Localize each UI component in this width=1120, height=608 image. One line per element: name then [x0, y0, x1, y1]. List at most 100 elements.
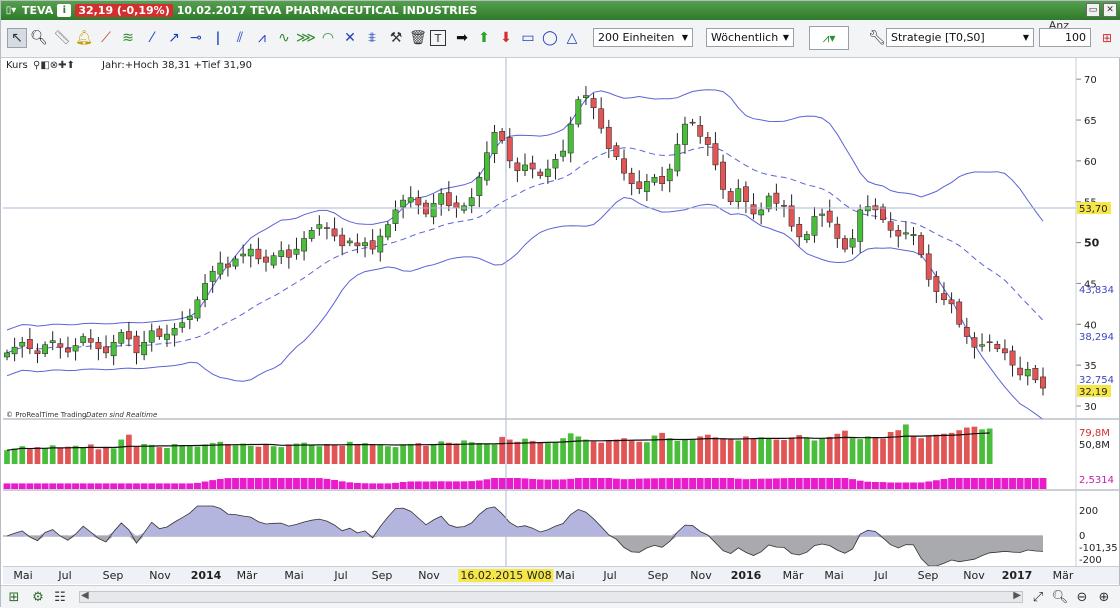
zoom-in-icon[interactable]: ⊕	[1095, 589, 1113, 606]
triangle-icon[interactable]: △	[562, 28, 582, 48]
rectangle-icon[interactable]: ▭	[518, 28, 538, 48]
time-axis-label: Jul	[58, 569, 72, 582]
minimize-icon[interactable]: ▭	[1086, 3, 1100, 17]
candle-body	[103, 346, 109, 354]
arrow-cross-icon[interactable]: ✕	[340, 28, 360, 48]
ind2-bar	[574, 478, 582, 489]
period-select[interactable]: Wöchentlich ▼	[706, 28, 794, 47]
volume-bar	[674, 440, 681, 464]
volume-value-label: 79,8M	[1079, 428, 1110, 439]
ruler-icon[interactable]: 📏︎	[52, 28, 72, 48]
channel-icon[interactable]: ⫽	[230, 28, 250, 48]
volume-bar	[689, 439, 696, 464]
candle-body	[125, 331, 132, 340]
volume-bar	[842, 430, 848, 464]
regression-icon[interactable]: ∿	[274, 28, 294, 48]
volume-bar	[148, 444, 155, 464]
time-axis-label: Mär	[782, 569, 804, 582]
strategy-select[interactable]: Strategie [T0,S0] ▼	[886, 28, 1034, 47]
price-chart-svg[interactable]: Kurs ⚲◧⊗✚⬆ Jahr:+Hoch 38,31 +Tief 31,90 …	[3, 58, 1119, 567]
horizontal-scrollbar[interactable]: ◀ ▶	[79, 590, 1023, 603]
scroll-right-icon[interactable]: ▶	[1013, 590, 1021, 601]
alarm-bell-icon[interactable]: 🔔︎	[74, 28, 94, 48]
copyright-realtime: Daten sind Realtime	[86, 411, 157, 419]
ind2-bar	[353, 482, 361, 489]
volume-bar	[476, 443, 483, 464]
window-menu-icon[interactable]: ▯▾	[4, 4, 18, 17]
ind2-bar	[475, 480, 483, 489]
wrench-icon[interactable]: 🔧︎	[867, 28, 887, 48]
arrow-up-icon[interactable]: ⬆	[474, 28, 494, 48]
candle-body	[628, 172, 635, 185]
add-chart-icon[interactable]: ⊞	[5, 589, 23, 606]
candle-body	[803, 234, 810, 241]
arrow-right-icon[interactable]: ➡	[452, 28, 472, 48]
gann-fan-icon[interactable]: ⋙	[296, 28, 316, 48]
indicators-icon[interactable]: ⩘▾	[809, 26, 849, 50]
zoom-settings-icon[interactable]: ⚙	[29, 589, 47, 606]
ellipse-icon[interactable]: ◯	[540, 28, 560, 48]
candle-body	[324, 227, 330, 229]
volume-bar	[666, 438, 673, 464]
ind2-bar	[689, 478, 697, 489]
candle-body	[742, 186, 749, 202]
ray-icon[interactable]: ↗	[164, 28, 184, 48]
ind2-bar	[87, 483, 95, 489]
legend-tools-icon[interactable]: ⚲◧⊗✚⬆	[33, 60, 75, 71]
volume-bar	[491, 444, 498, 464]
ind2-bar	[148, 483, 156, 489]
units-select[interactable]: 200 Einheiten ▼	[593, 28, 693, 47]
ind2-bar	[163, 483, 171, 489]
candle-body	[842, 238, 848, 250]
ind2-bar	[323, 478, 331, 489]
ind2-bar	[719, 478, 727, 489]
ind2-bar	[757, 478, 765, 489]
text-tool-icon[interactable]: T	[430, 30, 446, 46]
chart-area[interactable]: Kurs ⚲◧⊗✚⬆ Jahr:+Hoch 38,31 +Tief 31,90 …	[3, 58, 1119, 567]
pitchfork-icon[interactable]: ⩘	[252, 28, 272, 48]
candle-body	[781, 205, 787, 207]
time-axis-label: Nov	[963, 569, 985, 582]
ind2-bar	[742, 479, 750, 489]
fibonacci-icon[interactable]: ≋	[118, 28, 138, 48]
candle-body	[605, 126, 612, 149]
vertical-line-icon[interactable]: ǀ	[208, 28, 228, 48]
time-axis[interactable]: Mär 2017 Nov Sep Jul Mai Mär 2016 Nov Sep Jul Mai No…	[3, 566, 1119, 584]
tools-icon[interactable]: ⚒	[386, 28, 406, 48]
horizontal-line-icon[interactable]: ⊸	[186, 28, 206, 48]
trendline-icon[interactable]: ⁄	[142, 28, 162, 48]
volume-bar	[133, 446, 140, 464]
ind2-bar	[971, 478, 978, 489]
pointer-icon[interactable]: ↖	[7, 28, 27, 48]
close-icon[interactable]: ✕	[1103, 3, 1117, 17]
volume-bar	[164, 448, 170, 464]
ind2-bar	[925, 481, 933, 489]
candle-body	[1040, 376, 1046, 389]
arrow-down-icon[interactable]: ⬇	[496, 28, 516, 48]
parallel-lines-icon[interactable]: ⩨	[362, 28, 382, 48]
autoscale-icon[interactable]: ⤢	[1029, 589, 1047, 606]
ind2-bar	[468, 481, 476, 489]
order-button-icon[interactable]: ⊞	[1097, 28, 1117, 48]
scroll-left-icon[interactable]: ◀	[81, 590, 89, 601]
list-icon[interactable]: ☷	[51, 589, 69, 606]
candle-body	[659, 175, 666, 185]
info-icon[interactable]: i	[57, 4, 72, 17]
volume-bar	[636, 441, 643, 464]
trash-icon[interactable]: 🗑︎	[408, 28, 428, 48]
candle-body	[948, 299, 955, 305]
volume-bar	[126, 434, 132, 464]
fib-arc-icon[interactable]: ◠	[318, 28, 338, 48]
candle-body	[491, 132, 498, 154]
zoom-fit-icon[interactable]: 🔍︎	[1051, 589, 1069, 606]
zoom-icon[interactable]: 🔍︎	[29, 28, 49, 48]
ind2-bar	[483, 479, 491, 489]
quantity-input[interactable]: 100	[1039, 28, 1091, 47]
candle-body	[963, 326, 970, 337]
fibonacci-fan-icon[interactable]: ⟋	[96, 28, 116, 48]
volume-bar	[979, 429, 985, 464]
volume-bar	[453, 443, 460, 464]
ind2-bar	[696, 478, 704, 489]
zoom-out-icon[interactable]: ⊖	[1073, 589, 1091, 606]
volume-bar	[186, 446, 193, 464]
